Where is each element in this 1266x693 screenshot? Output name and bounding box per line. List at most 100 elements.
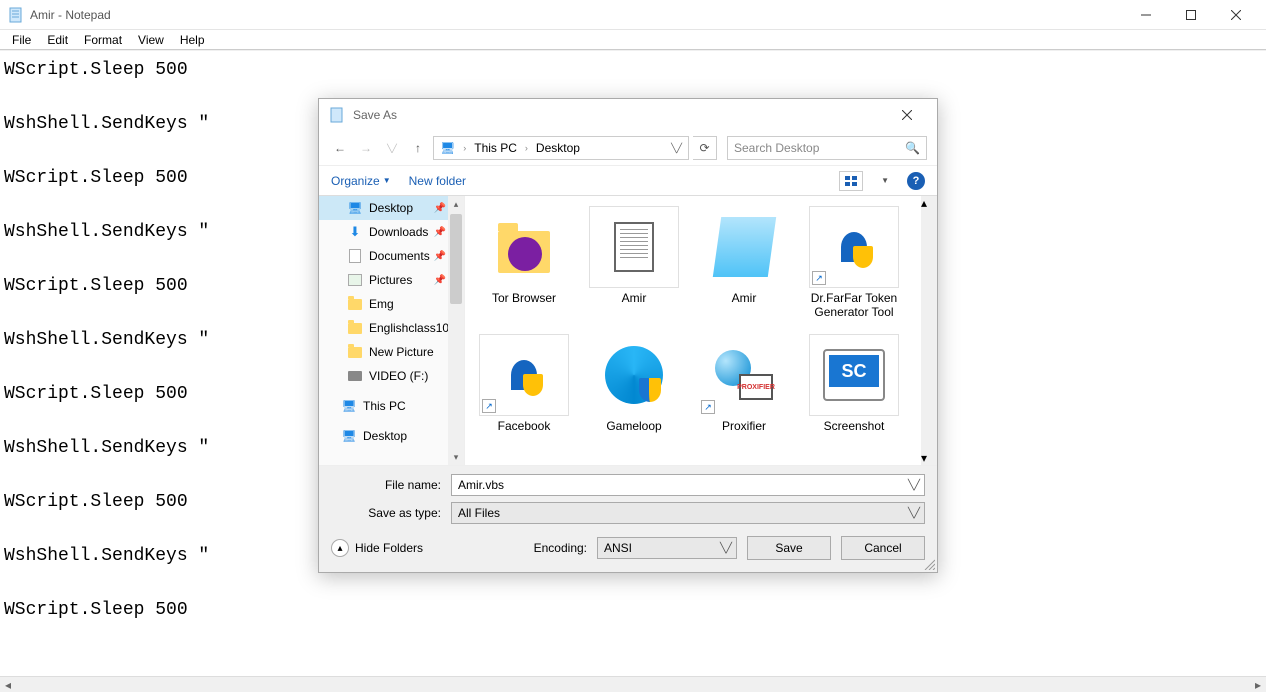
scroll-right-button[interactable]: ▸ [1250, 677, 1266, 693]
chevron-down-icon[interactable]: ╲╱ [908, 508, 920, 519]
sidebar-item-label: Pictures [369, 273, 412, 287]
file-item[interactable]: Tor Browser [471, 202, 577, 326]
scroll-up-icon[interactable]: ▴ [921, 196, 937, 210]
pin-icon: 📌 [434, 275, 446, 286]
file-item[interactable]: ↗Facebook [471, 330, 577, 454]
dialog-titlebar: Save As [319, 99, 937, 131]
help-button[interactable]: ? [907, 172, 925, 190]
dialog-icon [329, 107, 345, 123]
sidebar-item[interactable]: Pictures 📌 [319, 268, 464, 292]
chevron-right-icon: › [461, 143, 468, 153]
filename-label: File name: [331, 478, 451, 492]
nav-recent-button[interactable]: ╲╱ [381, 137, 403, 159]
sidebar-item[interactable]: Documents📌 [319, 244, 464, 268]
file-item[interactable]: PROXIFIER↗Proxifier [691, 330, 797, 454]
breadcrumb-root[interactable]: This PC [470, 137, 521, 159]
sidebar-item[interactable]: New Picture [319, 340, 464, 364]
notepad-icon [8, 7, 24, 23]
menu-help[interactable]: Help [172, 31, 213, 49]
scroll-down-icon[interactable]: ▾ [921, 451, 937, 465]
minimize-button[interactable] [1123, 0, 1168, 30]
save-button[interactable]: Save [747, 536, 831, 560]
savetype-label: Save as type: [331, 506, 451, 520]
search-icon: 🔍 [905, 141, 920, 155]
chevron-down-icon[interactable]: ╲╱ [720, 543, 732, 554]
file-name: Screenshot [824, 420, 885, 434]
dialog-body: 🖥Desktop📌⬇Downloads📌Documents📌Pictures📌E… [319, 195, 937, 465]
address-dropdown[interactable]: ╲╱ [669, 143, 686, 154]
resize-grip[interactable] [923, 558, 935, 570]
horizontal-scrollbar[interactable]: ◂ ▸ [0, 676, 1266, 692]
file-item[interactable]: SCScreenshot [801, 330, 907, 454]
breadcrumb-pc-icon[interactable]: 🖥 [436, 137, 459, 159]
view-mode-button[interactable] [839, 171, 863, 191]
menu-file[interactable]: File [4, 31, 39, 49]
file-item[interactable]: Amir [581, 202, 687, 326]
sidebar-scrollbar[interactable]: ▴ ▾ [448, 196, 464, 465]
scroll-down-icon[interactable]: ▾ [448, 449, 464, 465]
view-dropdown[interactable]: ▼ [881, 176, 889, 185]
sidebar-item-label: Desktop [363, 429, 407, 443]
filename-input[interactable]: Amir.vbs╲╱ [451, 474, 925, 496]
dialog-nav: ← → ╲╱ ↑ 🖥 › This PC › Desktop ╲╱ ⟳ Sear… [319, 131, 937, 165]
encoding-select[interactable]: ANSI╲╱ [597, 537, 737, 559]
address-bar[interactable]: 🖥 › This PC › Desktop ╲╱ [433, 136, 689, 160]
file-thumbnail: ↗ [809, 206, 899, 288]
cancel-button[interactable]: Cancel [841, 536, 925, 560]
file-thumbnail: ↗ [479, 334, 569, 416]
breadcrumb-leaf[interactable]: Desktop [532, 137, 584, 159]
dialog-title: Save As [353, 108, 887, 122]
sidebar-item[interactable]: Emg [319, 292, 464, 316]
file-thumbnail [589, 206, 679, 288]
search-placeholder: Search Desktop [734, 141, 905, 155]
dialog-toolbar: Organize ▼ New folder ▼ ? [319, 165, 937, 195]
file-name: Tor Browser [492, 292, 556, 306]
file-thumbnail: PROXIFIER↗ [699, 334, 789, 416]
savetype-select[interactable]: All Files╲╱ [451, 502, 925, 524]
pin-icon: 📌 [434, 227, 446, 238]
nav-up-button[interactable]: ↑ [407, 137, 429, 159]
menu-format[interactable]: Format [76, 31, 130, 49]
sidebar-group[interactable]: 🖥Desktop [319, 424, 464, 448]
organize-button[interactable]: Organize ▼ [331, 174, 391, 188]
scroll-left-button[interactable]: ◂ [0, 677, 16, 693]
sidebar-item[interactable]: VIDEO (F:) [319, 364, 464, 388]
scroll-thumb[interactable] [450, 214, 462, 304]
refresh-button[interactable]: ⟳ [693, 136, 717, 160]
sidebar-item-label: VIDEO (F:) [369, 369, 428, 383]
file-item[interactable]: ↗Dr.FarFar Token Generator Tool [801, 202, 907, 326]
file-name: Gameloop [606, 420, 661, 434]
encoding-label: Encoding: [534, 541, 587, 555]
menu-edit[interactable]: Edit [39, 31, 76, 49]
file-item[interactable]: Amir [691, 202, 797, 326]
file-item[interactable]: Gameloop [581, 330, 687, 454]
window-title: Amir - Notepad [30, 8, 1123, 22]
scroll-up-icon[interactable]: ▴ [448, 196, 464, 212]
menubar: File Edit Format View Help [0, 30, 1266, 50]
sidebar-item-label: This PC [363, 399, 406, 413]
chevron-down-icon[interactable]: ╲╱ [908, 480, 920, 491]
file-name: Amir [732, 292, 757, 306]
pin-icon: 📌 [434, 251, 446, 262]
nav-forward-button[interactable]: → [355, 137, 377, 159]
sidebar-item[interactable]: ⬇Downloads📌 [319, 220, 464, 244]
sidebar-item[interactable]: 🖥Desktop📌 [319, 196, 464, 220]
file-thumbnail [589, 334, 679, 416]
menu-view[interactable]: View [130, 31, 172, 49]
file-name: Amir [622, 292, 647, 306]
dialog-close-button[interactable] [887, 101, 927, 129]
file-scrollbar[interactable]: ▴ ▾ [921, 196, 937, 465]
sidebar-item-label: New Picture [369, 345, 434, 359]
file-thumbnail [479, 206, 569, 288]
new-folder-button[interactable]: New folder [409, 174, 466, 188]
file-area: Tor Browser Amir Amir ↗Dr.FarFar Token Gene… [465, 196, 937, 465]
save-as-dialog: Save As ← → ╲╱ ↑ 🖥 › This PC › Desktop ╲… [318, 98, 938, 573]
nav-back-button[interactable]: ← [329, 137, 351, 159]
hide-folders-button[interactable]: ▴ Hide Folders [331, 539, 423, 557]
sidebar-group[interactable]: 🖥This PC [319, 394, 464, 418]
maximize-button[interactable] [1168, 0, 1213, 30]
sidebar-item-label: Desktop [369, 201, 413, 215]
search-input[interactable]: Search Desktop 🔍 [727, 136, 927, 160]
close-button[interactable] [1213, 0, 1258, 30]
sidebar-item[interactable]: Englishclass101 [319, 316, 464, 340]
